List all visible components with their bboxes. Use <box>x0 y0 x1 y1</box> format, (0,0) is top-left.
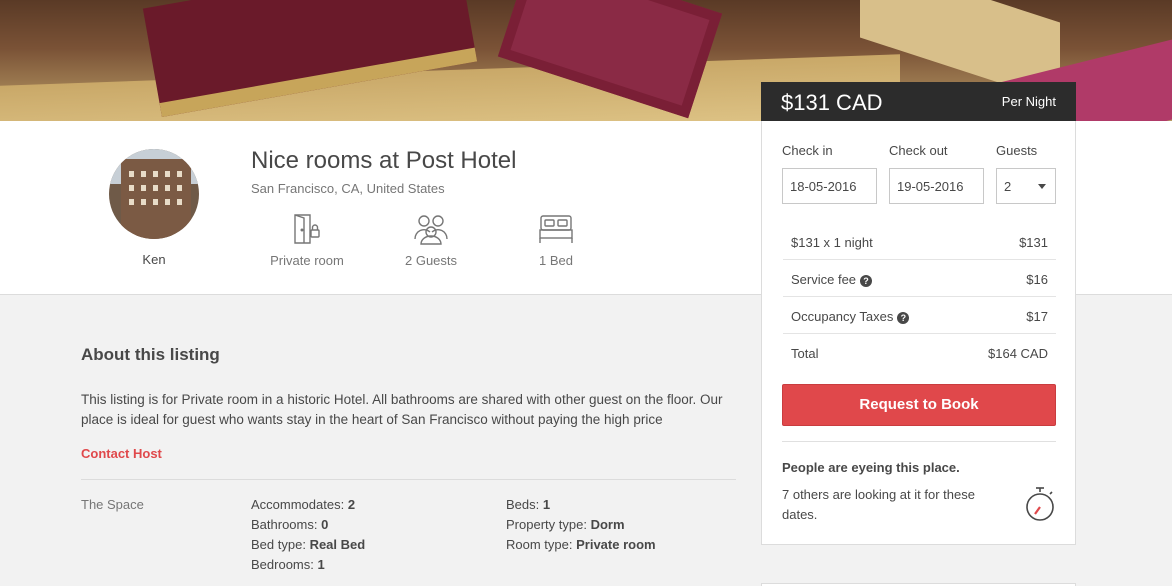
check-out-label: Check out <box>889 143 948 158</box>
spec-key: Beds: <box>506 497 540 512</box>
spec-key: Bathrooms: <box>251 517 318 532</box>
avatar-window <box>129 199 134 205</box>
spec-value: 0 <box>321 517 329 532</box>
section-divider <box>81 479 736 480</box>
request-to-book-button[interactable]: Request to Book <box>782 384 1056 426</box>
price-row-value: $164 CAD <box>988 346 1048 361</box>
booking-panel: Check in Check out Guests 18-05-2016 19-… <box>761 121 1076 545</box>
demand-title: People are eyeing this place. <box>782 460 960 475</box>
contact-host-link[interactable]: Contact Host <box>81 446 162 461</box>
price-row-label: Occupancy Taxes <box>791 309 894 324</box>
host-name[interactable]: Ken <box>109 252 199 267</box>
guests-select[interactable]: 2 <box>996 168 1056 204</box>
avatar-window <box>153 171 158 177</box>
spec-accommodates: Accommodates: 2 <box>251 497 355 512</box>
listing-location: San Francisco, CA, United States <box>251 181 445 196</box>
amenity-private-room: Private room <box>262 213 352 268</box>
help-icon[interactable]: ? <box>860 275 873 287</box>
avatar-window <box>153 185 158 191</box>
avatar-window <box>165 185 170 191</box>
avatar-window <box>165 199 170 205</box>
check-out-field[interactable]: 19-05-2016 <box>889 168 984 204</box>
amenity-label: Private room <box>270 253 344 268</box>
spec-value: Real Bed <box>309 537 366 552</box>
about-title: About this listing <box>81 345 220 364</box>
spec-key: Bedrooms: <box>251 557 314 572</box>
avatar-window <box>177 199 182 205</box>
amenity-label: 1 Bed <box>539 253 573 268</box>
price-row-nightly: $131 x 1 night $131 <box>783 223 1056 260</box>
spec-value: Private room <box>576 537 656 552</box>
spec-bedrooms: Bedrooms: 1 <box>251 557 325 572</box>
demand-text: 7 others are looking at it for these dat… <box>782 487 975 522</box>
price-row-value: $17 <box>1026 309 1048 324</box>
amenity-beds: 1 Bed <box>511 213 601 268</box>
price-row-occupancy-taxes: Occupancy Taxes? $17 <box>783 297 1056 334</box>
avatar-window <box>129 185 134 191</box>
avatar-window <box>153 199 158 205</box>
avatar-window <box>129 171 134 177</box>
check-in-field[interactable]: 18-05-2016 <box>782 168 877 204</box>
amenity-guests: 2 Guests <box>386 213 476 268</box>
host-avatar[interactable] <box>109 149 199 239</box>
spec-key: Bed type: <box>251 537 306 552</box>
price-row-value: $16 <box>1026 272 1048 287</box>
price-row-label: $131 x 1 night <box>791 235 873 250</box>
spec-value: 1 <box>317 557 325 572</box>
help-icon[interactable]: ? <box>897 312 910 324</box>
booking-divider <box>782 441 1056 442</box>
space-label: The Space <box>81 497 144 512</box>
booking-price-header: $131 CAD Per Night <box>761 82 1076 121</box>
listing-title: Nice rooms at Post Hotel <box>251 147 517 174</box>
stopwatch-icon <box>1026 487 1054 521</box>
spec-key: Accommodates: <box>251 497 345 512</box>
avatar-window <box>177 185 182 191</box>
spec-room-type: Room type: Private room <box>506 537 656 552</box>
guests-icon <box>414 215 448 245</box>
avatar-window <box>141 171 146 177</box>
avatar-window <box>141 199 146 205</box>
guests-label: Guests <box>996 143 1038 158</box>
spec-key: Room type: <box>506 537 573 552</box>
price-row-label-wrap: Occupancy Taxes? <box>791 309 910 324</box>
spec-value: Dorm <box>590 517 625 532</box>
check-in-label: Check in <box>782 143 833 158</box>
price-row-label-wrap: Service fee? <box>791 272 873 287</box>
nightly-price: $131 CAD <box>781 90 883 115</box>
spec-value: 1 <box>542 497 551 512</box>
avatar-window <box>165 171 170 177</box>
spec-property-type: Property type: Dorm <box>506 517 625 532</box>
spec-bathrooms: Bathrooms: 0 <box>251 517 328 532</box>
price-row-value: $131 <box>1019 235 1048 250</box>
amenity-label: 2 Guests <box>404 253 458 268</box>
avatar-window <box>177 171 182 177</box>
door-lock-icon <box>294 214 320 244</box>
chevron-down-icon <box>1038 184 1046 189</box>
price-row-total: Total $164 CAD <box>783 334 1056 371</box>
spec-beds: Beds: 1 <box>506 497 550 512</box>
bed-icon <box>539 215 573 243</box>
price-row-service-fee: Service fee? $16 <box>783 260 1056 297</box>
spec-key: Property type: <box>506 517 587 532</box>
avatar-window <box>141 185 146 191</box>
about-description: This listing is for Private room in a hi… <box>81 392 723 427</box>
guests-select-value: 2 <box>1004 179 1012 194</box>
price-row-label: Total <box>791 346 819 361</box>
spec-value: 2 <box>347 497 356 512</box>
price-unit: Per Night <box>1001 94 1056 109</box>
price-row-label: Service fee <box>791 272 857 287</box>
spec-bed-type: Bed type: Real Bed <box>251 537 365 552</box>
